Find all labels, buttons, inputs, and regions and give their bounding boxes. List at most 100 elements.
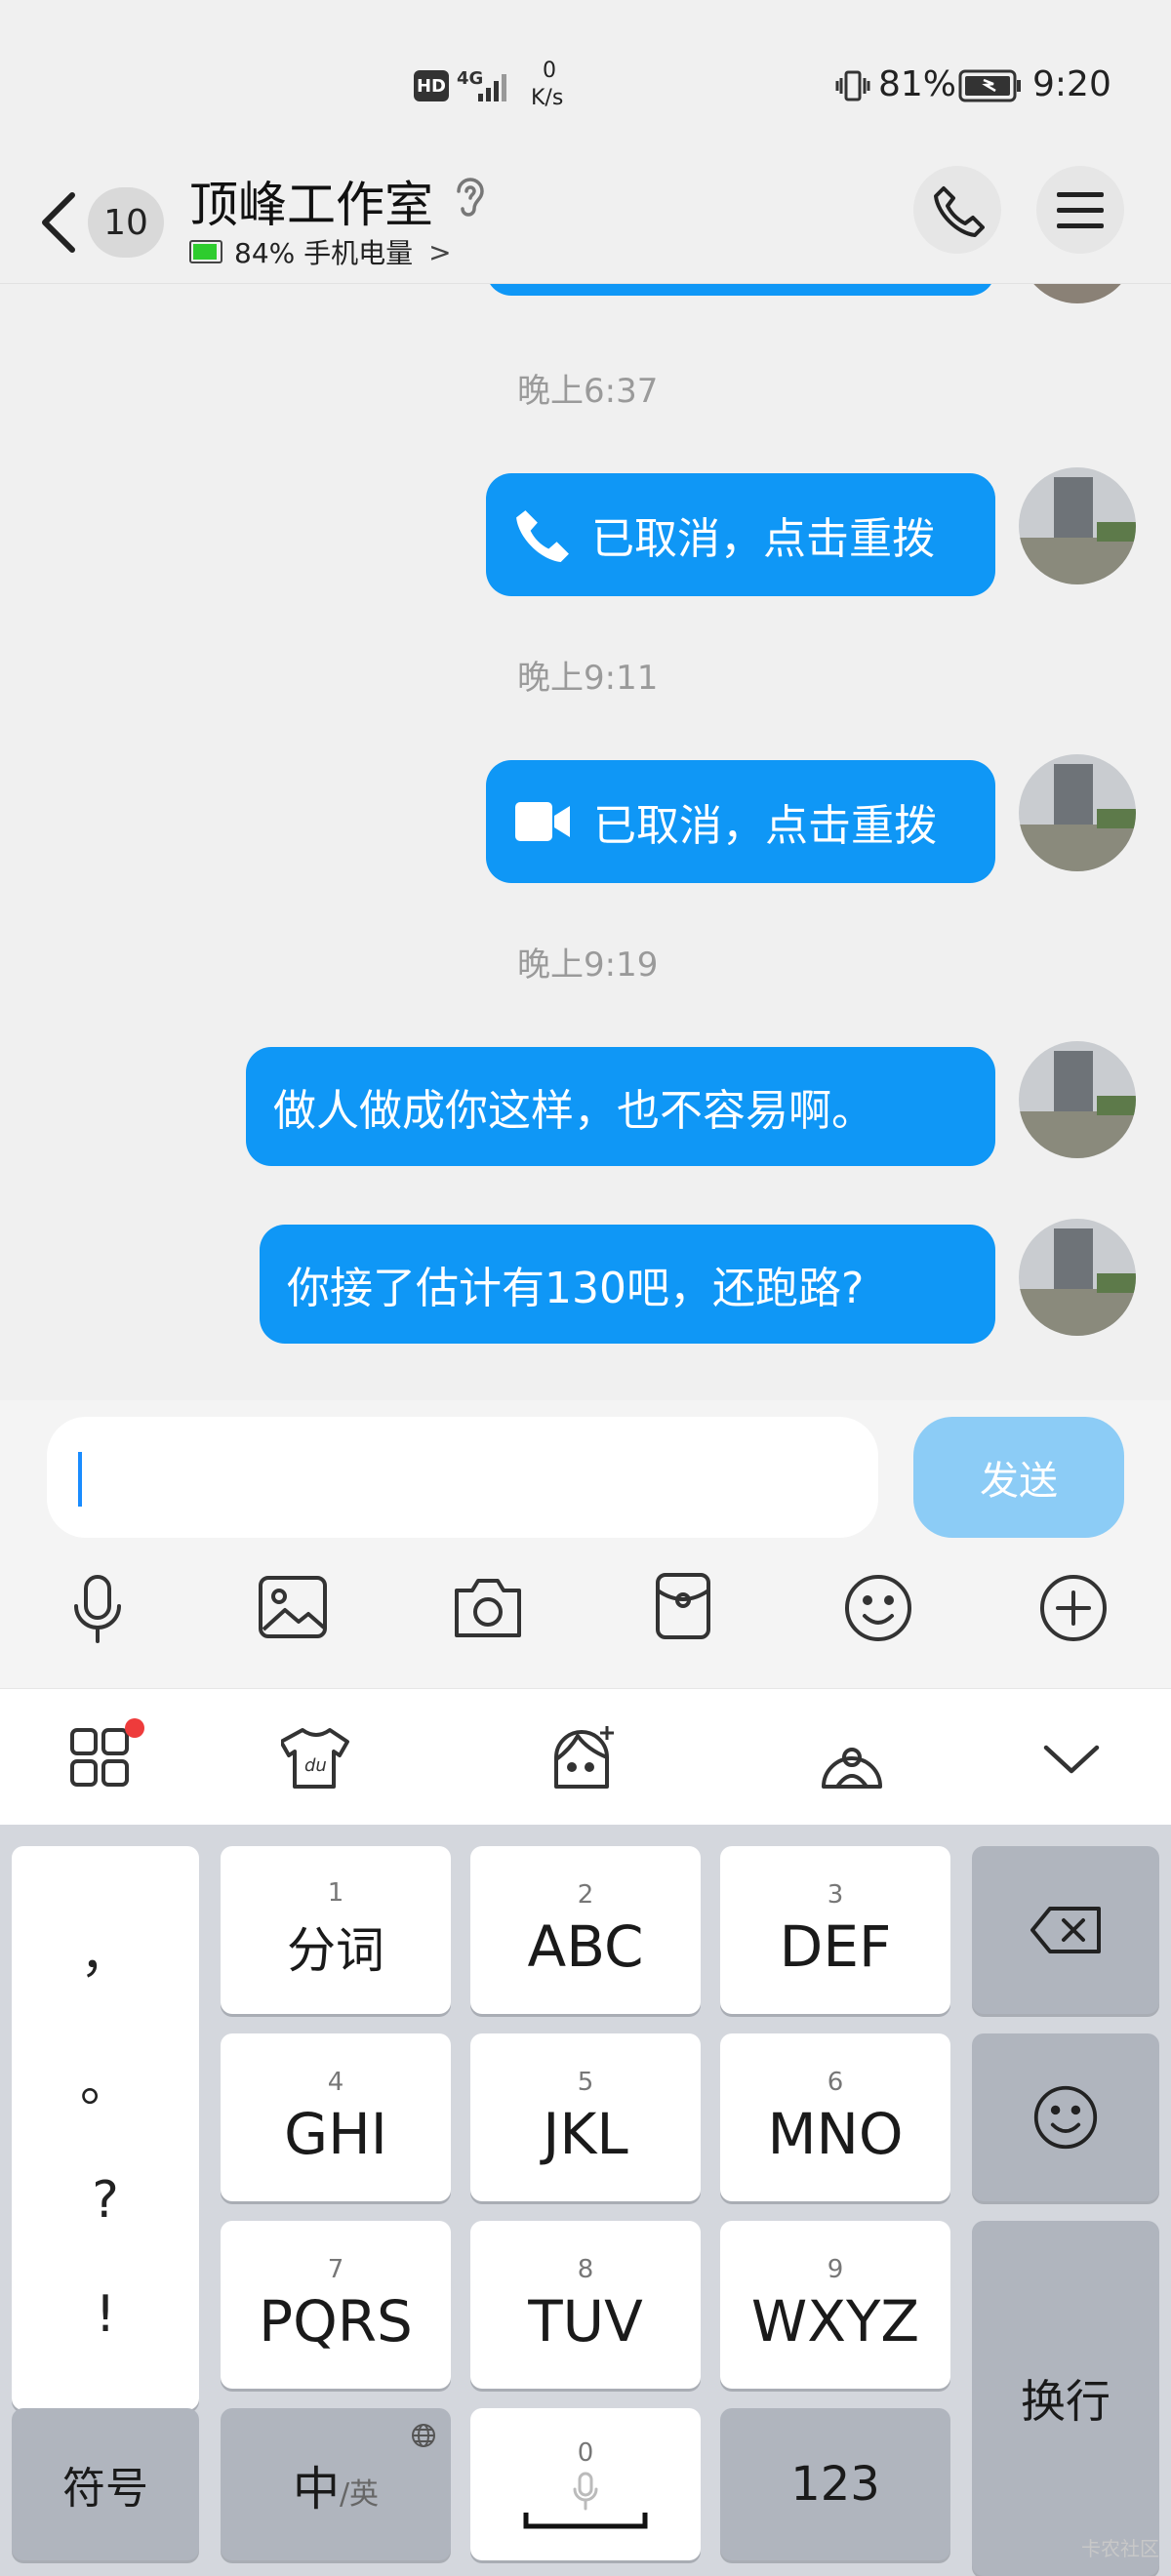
battery-status-row[interactable]: 84% 手机电量 > — [189, 232, 452, 271]
call-button[interactable] — [913, 166, 1001, 254]
phone-icon — [516, 510, 569, 562]
key-number: 7 — [327, 2255, 344, 2284]
key-label: TUV — [528, 2288, 643, 2355]
battery-percent: 81% — [878, 64, 957, 104]
phone-icon — [934, 186, 985, 237]
backspace-icon — [1030, 1907, 1101, 1953]
video-icon — [515, 802, 570, 841]
key-number: 3 — [827, 1880, 844, 1910]
timestamp: 晚上6:37 — [517, 372, 659, 411]
key-label: PQRS — [259, 2288, 413, 2355]
avatar-partial[interactable] — [1019, 284, 1136, 303]
key-label: MNO — [767, 2101, 904, 2167]
numbers-key[interactable]: 123 — [720, 2408, 950, 2560]
apps-icon[interactable] — [68, 1716, 146, 1794]
microphone-icon — [573, 2472, 598, 2511]
call-bubble[interactable]: 已取消，点击重拨 — [486, 473, 995, 596]
punct-question[interactable]: ? — [92, 2171, 119, 2230]
key-label: ABC — [527, 1913, 644, 1980]
text-message-bubble[interactable]: 做人做成你这样，也不容易啊。 — [246, 1047, 995, 1166]
message-input[interactable] — [47, 1417, 878, 1538]
sticker-icon[interactable] — [548, 1722, 619, 1792]
chevron-left-icon — [42, 192, 75, 253]
unread-count-badge: 10 — [88, 187, 164, 258]
message-bubble-partial[interactable] — [486, 284, 995, 296]
keyboard-toolbar: du — [0, 1688, 1171, 1826]
space-key[interactable]: 0 — [470, 2408, 701, 2560]
key-3[interactable]: 3 DEF — [720, 1846, 950, 2014]
net-speed-unit: K/s — [531, 86, 564, 110]
emoji-icon — [1033, 2085, 1098, 2150]
vibrate-icon — [833, 66, 872, 105]
chat-title[interactable]: 顶峰工作室 — [189, 166, 433, 236]
signal-icon — [476, 68, 511, 103]
enter-label: 换行 — [1021, 2375, 1110, 2428]
plus-icon[interactable] — [1038, 1573, 1109, 1643]
key-4[interactable]: 4 GHI — [221, 2033, 451, 2201]
avatar[interactable] — [1019, 754, 1136, 871]
phone-battery-text: 84% 手机电量 — [234, 237, 414, 269]
theme-icon[interactable] — [818, 1728, 886, 1792]
numbers-label: 123 — [790, 2457, 880, 2512]
key-8[interactable]: 8 TUV — [470, 2221, 701, 2389]
space-bar-icon — [523, 2513, 648, 2529]
avatar[interactable] — [1019, 467, 1136, 584]
chat-area[interactable]: 晚上6:37 已取消，点击重拨 晚上9:11 已取消，点击重拨 晚上9:19 做… — [0, 284, 1171, 1400]
key-5[interactable]: 5 JKL — [470, 2033, 701, 2201]
svg-text:du: du — [304, 1755, 327, 1776]
key-9[interactable]: 9 WXYZ — [720, 2221, 950, 2389]
key-number: 0 — [577, 2438, 594, 2468]
key-number: 6 — [827, 2068, 844, 2097]
message-text: 你接了估计有130吧，还跑路? — [287, 1264, 865, 1313]
chat-header: 10 顶峰工作室 84% 手机电量 > — [0, 156, 1171, 284]
enter-key[interactable]: 换行 — [972, 2221, 1159, 2576]
net-speed-value: 0 — [543, 59, 556, 83]
symbols-key[interactable]: 符号 — [12, 2408, 199, 2560]
key-label: JKL — [543, 2101, 628, 2167]
key-number: 5 — [577, 2068, 594, 2097]
red-packet-icon[interactable] — [654, 1571, 712, 1641]
key-number: 2 — [577, 1880, 594, 1910]
chevron-right-icon: > — [428, 235, 452, 268]
key-2[interactable]: 2 ABC — [470, 1846, 701, 2014]
language-switch-key[interactable]: 中 /英 — [221, 2408, 451, 2560]
skin-icon[interactable]: du — [279, 1726, 351, 1791]
green-battery-icon — [189, 240, 222, 263]
watermark: 卡农社区 — [1081, 2537, 1159, 2560]
call-status-text: 已取消，点击重拨 — [591, 514, 935, 564]
key-label: DEF — [779, 1913, 892, 1980]
punctuation-column[interactable]: ， 。 ? ! — [12, 1846, 199, 2410]
emoji-icon[interactable] — [843, 1573, 913, 1643]
key-6[interactable]: 6 MNO — [720, 2033, 950, 2201]
key-number: 1 — [327, 1878, 344, 1908]
text-caret — [78, 1452, 82, 1507]
avatar[interactable] — [1019, 1041, 1136, 1158]
key-number: 9 — [827, 2255, 844, 2284]
backspace-key[interactable] — [972, 1846, 1159, 2014]
key-1[interactable]: 1 分词 — [221, 1846, 451, 2014]
punct-period[interactable]: 。 — [80, 2042, 131, 2115]
collapse-keyboard-icon[interactable] — [1042, 1740, 1101, 1779]
ear-icon — [451, 172, 490, 222]
send-button[interactable]: 发送 — [913, 1417, 1124, 1538]
menu-button[interactable] — [1036, 166, 1124, 254]
key-label: WXYZ — [750, 2288, 920, 2355]
microphone-icon[interactable] — [68, 1573, 127, 1647]
globe-icon — [412, 2424, 435, 2447]
status-bar: HD 4G 0 K/s 81% 9:20 — [0, 0, 1171, 166]
key-label: 分词 — [287, 1922, 384, 1979]
key-7[interactable]: 7 PQRS — [221, 2221, 451, 2389]
image-icon[interactable] — [258, 1575, 328, 1639]
back-button[interactable]: 10 — [37, 183, 174, 262]
call-status-text: 已取消，点击重拨 — [593, 801, 937, 851]
timestamp: 晚上9:19 — [517, 946, 659, 985]
avatar[interactable] — [1019, 1219, 1136, 1336]
menu-icon — [1057, 192, 1104, 228]
punct-exclaim[interactable]: ! — [96, 2285, 116, 2344]
emoji-key[interactable] — [972, 2033, 1159, 2201]
camera-icon[interactable] — [453, 1575, 523, 1639]
video-call-bubble[interactable]: 已取消，点击重拨 — [486, 760, 995, 883]
lang-main: 中 — [292, 2462, 340, 2516]
punct-comma[interactable]: ， — [80, 1913, 131, 1987]
text-message-bubble[interactable]: 你接了估计有130吧，还跑路? — [260, 1225, 995, 1344]
